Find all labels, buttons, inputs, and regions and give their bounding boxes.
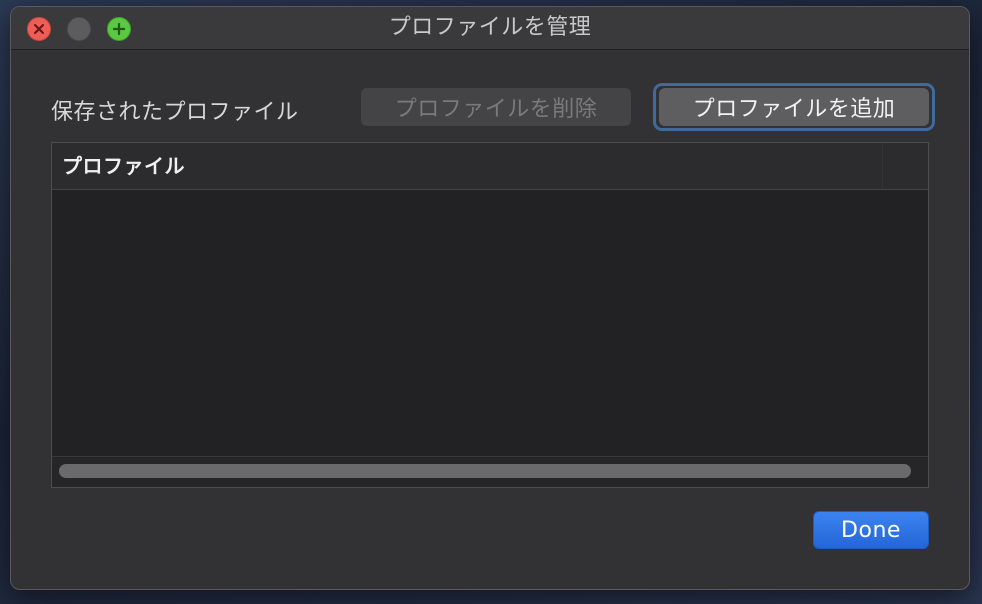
dialog-content: 保存されたプロファイル プロファイルを削除 プロファイルを追加 プロファイル D…: [11, 50, 969, 589]
table-body[interactable]: [52, 190, 928, 456]
title-bar[interactable]: プロファイルを管理: [11, 7, 969, 50]
add-profile-button[interactable]: プロファイルを追加: [659, 88, 929, 126]
saved-profiles-label: 保存されたプロファイル: [51, 100, 299, 125]
scrollbar-thumb[interactable]: [59, 464, 911, 478]
window-title: プロファイルを管理: [388, 15, 592, 40]
column-divider: [882, 143, 883, 189]
horizontal-scrollbar[interactable]: [52, 456, 928, 487]
manage-profiles-window: プロファイルを管理 保存されたプロファイル プロファイルを削除 プロファイルを追…: [10, 6, 970, 590]
table-header: プロファイル: [52, 143, 928, 190]
profiles-table[interactable]: プロファイル: [51, 142, 929, 488]
column-header-profile[interactable]: プロファイル: [62, 143, 185, 189]
done-button[interactable]: Done: [813, 511, 929, 549]
delete-profile-button[interactable]: プロファイルを削除: [361, 88, 631, 126]
